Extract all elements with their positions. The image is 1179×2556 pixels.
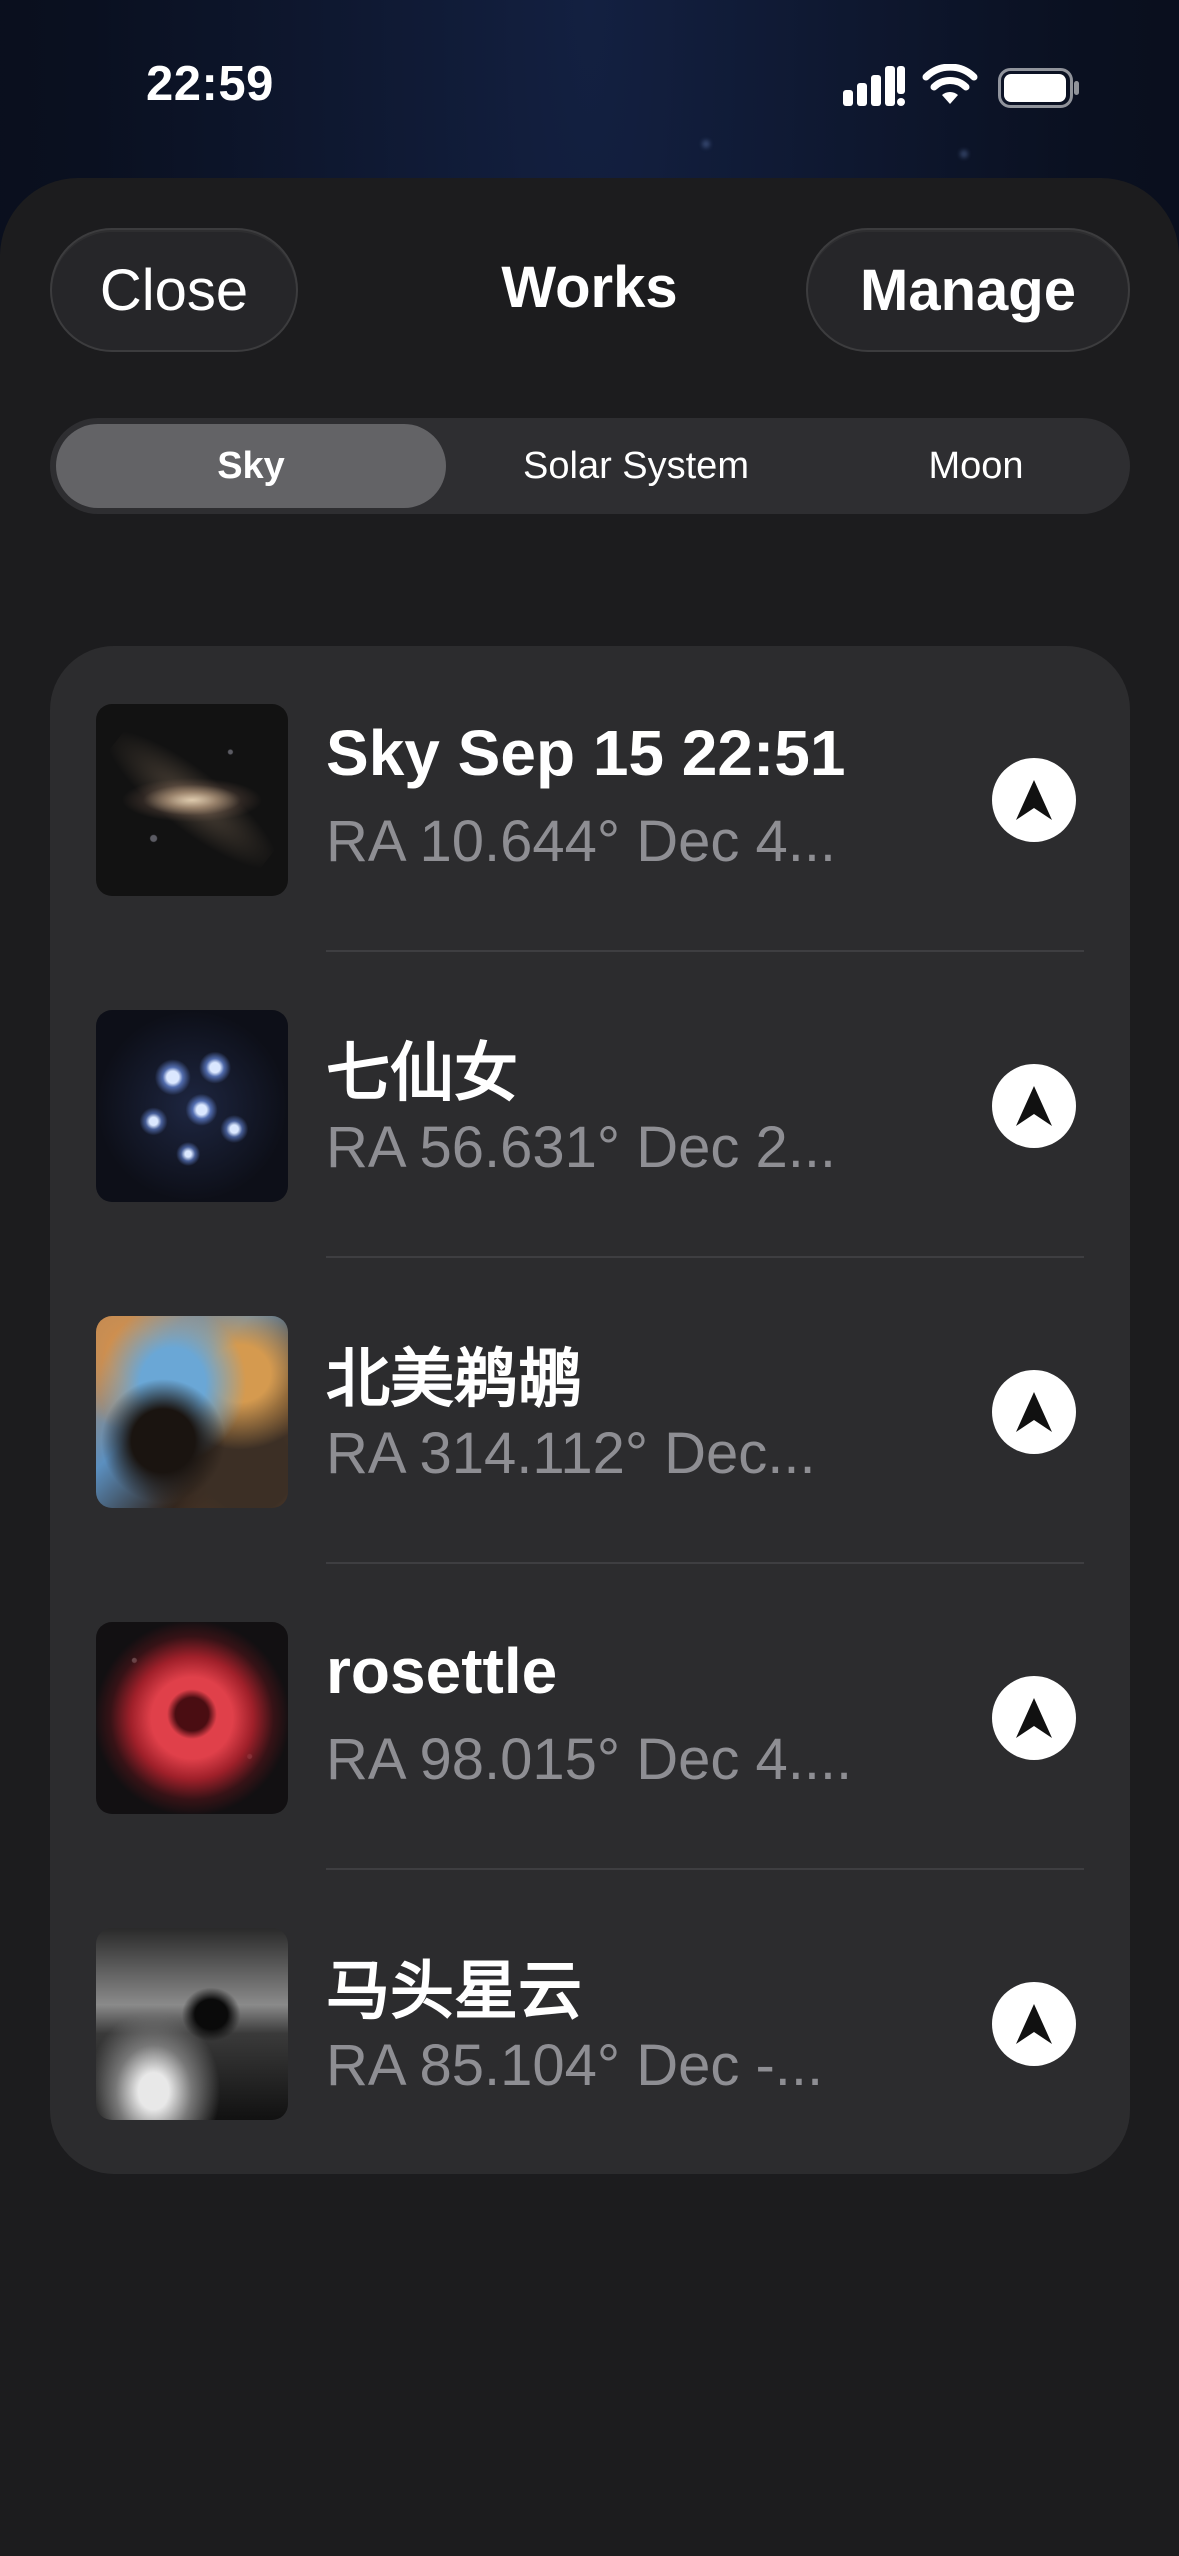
work-title: Sky Sep 15 22:51 (326, 717, 846, 789)
navigate-arrow-icon[interactable] (992, 1064, 1076, 1148)
works-sheet: Close Works Manage Sky Solar System Moon… (0, 178, 1179, 2556)
background-star (960, 150, 968, 158)
segment-sky[interactable]: Sky (56, 424, 446, 508)
work-title: 七仙女 (326, 1037, 518, 1109)
work-title: 北美鹈鹕 (326, 1343, 582, 1415)
list-item[interactable]: Sky Sep 15 22:51 RA 10.644° Dec 4... (50, 646, 1130, 952)
segment-moon[interactable]: Moon (826, 424, 1126, 508)
navigate-arrow-icon[interactable] (992, 1370, 1076, 1454)
category-segmented-control: Sky Solar System Moon (50, 418, 1130, 514)
work-coordinates: RA 98.015° Dec 4.... (326, 1727, 853, 1792)
work-thumbnail (96, 1928, 288, 2120)
work-title: rosettle (326, 1635, 558, 1707)
list-item[interactable]: rosettle RA 98.015° Dec 4.... (50, 1564, 1130, 1870)
work-thumbnail (96, 1010, 288, 1202)
wifi-icon (922, 64, 978, 104)
list-item[interactable]: 北美鹈鹕 RA 314.112° Dec... (50, 1258, 1130, 1564)
navigate-arrow-icon[interactable] (992, 1982, 1076, 2066)
list-item[interactable]: 七仙女 RA 56.631° Dec 2... (50, 952, 1130, 1258)
list-item[interactable]: 马头星云 RA 85.104° Dec -... (50, 1870, 1130, 2174)
background-star (702, 140, 710, 148)
manage-button[interactable]: Manage (806, 228, 1130, 352)
status-bar-time: 22:59 (146, 57, 274, 111)
cellular-signal-icon (843, 66, 905, 106)
work-coordinates: RA 314.112° Dec... (326, 1421, 816, 1486)
work-coordinates: RA 10.644° Dec 4... (326, 809, 837, 874)
screen: 22:59 Close Works Manage Sky Solar Syste… (0, 0, 1179, 2556)
segment-solar-system[interactable]: Solar System (446, 424, 826, 508)
navigate-arrow-icon[interactable] (992, 758, 1076, 842)
navigate-arrow-icon[interactable] (992, 1676, 1076, 1760)
work-coordinates: RA 56.631° Dec 2... (326, 1115, 837, 1180)
work-title: 马头星云 (326, 1955, 582, 2027)
works-list: Sky Sep 15 22:51 RA 10.644° Dec 4... 七仙女… (50, 646, 1130, 2174)
work-thumbnail (96, 1316, 288, 1508)
work-coordinates: RA 85.104° Dec -... (326, 2033, 824, 2098)
battery-icon (998, 68, 1079, 108)
work-thumbnail (96, 1622, 288, 1814)
work-thumbnail (96, 704, 288, 896)
